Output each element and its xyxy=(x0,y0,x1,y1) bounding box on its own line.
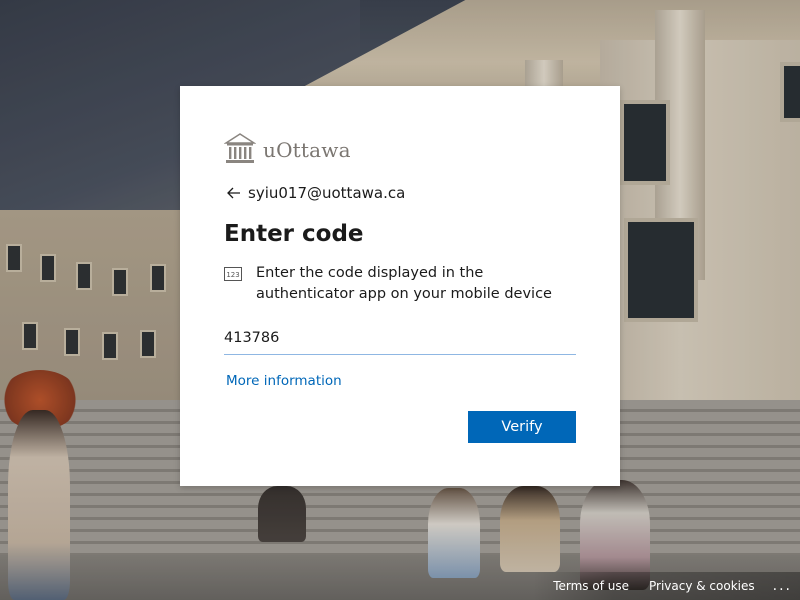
verify-button[interactable]: Verify xyxy=(468,411,576,443)
more-options-icon[interactable]: ... xyxy=(773,578,792,594)
description-text: Enter the code displayed in the authenti… xyxy=(256,265,552,302)
actions: Verify xyxy=(224,411,576,443)
footer: Terms of use Privacy & cookies ... xyxy=(533,572,800,600)
identity-row: syiu017@uottawa.ca xyxy=(224,181,576,205)
logo-text: uOttawa xyxy=(263,138,351,162)
privacy-cookies-link[interactable]: Privacy & cookies xyxy=(649,579,755,593)
terms-of-use-link[interactable]: Terms of use xyxy=(553,579,629,593)
identity-email: syiu017@uottawa.ca xyxy=(248,184,406,202)
uottawa-building-logo-icon xyxy=(224,133,256,163)
page-title: Enter code xyxy=(224,221,364,247)
back-arrow-icon[interactable] xyxy=(222,181,246,205)
code-input[interactable] xyxy=(224,321,576,355)
description: 123 Enter the code displayed in the auth… xyxy=(224,263,576,305)
signin-card: uOttawa syiu017@uottawa.ca Enter code 12… xyxy=(180,86,620,486)
org-logo: uOttawa xyxy=(224,130,576,166)
svg-text:123: 123 xyxy=(226,271,239,279)
more-information-link[interactable]: More information xyxy=(226,373,342,389)
keypad-123-icon: 123 xyxy=(224,267,242,281)
